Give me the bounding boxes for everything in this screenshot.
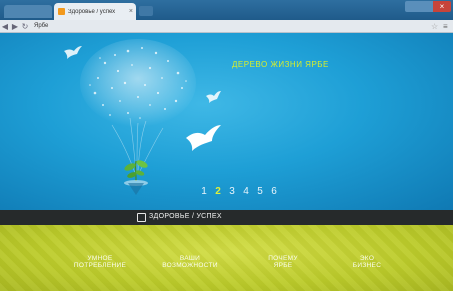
inactive-tab[interactable] [4,5,52,18]
bottom-link-line1: ЭКО [359,255,375,262]
maximize-button[interactable] [419,1,433,12]
pager-item-4[interactable]: 4 [242,186,250,197]
pager-item-5[interactable]: 5 [256,186,264,197]
tree-illustration [64,39,221,195]
bottom-link-line2: БИЗНЕС [352,262,382,269]
active-tab[interactable]: Здоровье / успех × [54,3,136,20]
tree-trunk [111,117,164,174]
tree-crown [80,39,196,127]
bottom-link-line1: ПОЧЕМУ [268,255,298,262]
bottom-link-line1: ВАШИ [179,255,201,262]
bird-large [186,125,221,151]
new-tab-button[interactable] [139,6,153,16]
bottom-link-eco-business[interactable]: ЭКО БИЗНЕС [347,255,387,269]
bottom-link-line1: УМНОЕ [87,255,113,262]
favicon-icon [58,8,65,15]
window-close-button[interactable]: × [433,1,451,12]
browser-menu-icon[interactable]: ≡ [443,22,453,31]
bird-small-right [206,91,221,103]
tab-title: Здоровье / успех [68,8,116,15]
hero-headline: ДЕРЕВО ЖИЗНИ ЯРБЕ [232,60,329,69]
section-title[interactable]: ЗДОРОВЬЕ / УСПЕХ [149,213,222,220]
minimize-button[interactable] [405,1,419,12]
bookmark-star-icon[interactable]: ☆ [431,22,443,31]
section-logo-icon [137,213,146,222]
bird-small-left [64,46,82,59]
pager-item-1[interactable]: 1 [200,186,208,197]
bottom-link-line2: ВОЗМОЖНОСТИ [162,262,218,269]
pager-item-6[interactable]: 6 [270,186,278,197]
forward-icon[interactable]: ▶ [10,22,20,31]
bottom-menu: УМНОЕ ПОТРЕБЛЕНИЕ ВАШИ ВОЗМОЖНОСТИ ПОЧЕМ… [0,225,453,291]
bottom-link-line2: ЯРБЕ [273,262,293,269]
reload-icon[interactable]: ↻ [20,22,30,31]
bottom-link-your-opportunities[interactable]: ВАШИ ВОЗМОЖНОСТИ [150,255,230,269]
sprout [124,160,148,182]
back-icon[interactable]: ◀ [0,22,10,31]
address-bar: ◀ ▶ ↻ Ярбе ☆ ≡ [0,20,453,33]
hero-section: ДЕРЕВО ЖИЗНИ ЯРБЕ 1 2 3 4 5 6 [0,33,453,210]
url-field[interactable]: Ярбе [34,23,431,29]
close-tab-icon[interactable]: × [129,8,133,15]
bottom-link-smart-consumption[interactable]: УМНОЕ ПОТРЕБЛЕНИЕ [65,255,135,269]
section-navbar: ЗДОРОВЬЕ / УСПЕХ [0,210,453,225]
bottom-link-line2: ПОТРЕБЛЕНИЕ [73,262,127,269]
browser-titlebar: Здоровье / успех × × [0,0,453,20]
bottom-link-why-yarbe[interactable]: ПОЧЕМУ ЯРБЕ [258,255,308,269]
pager-item-2[interactable]: 2 [214,186,222,197]
slide-pager: 1 2 3 4 5 6 [200,186,278,197]
pager-item-3[interactable]: 3 [228,186,236,197]
